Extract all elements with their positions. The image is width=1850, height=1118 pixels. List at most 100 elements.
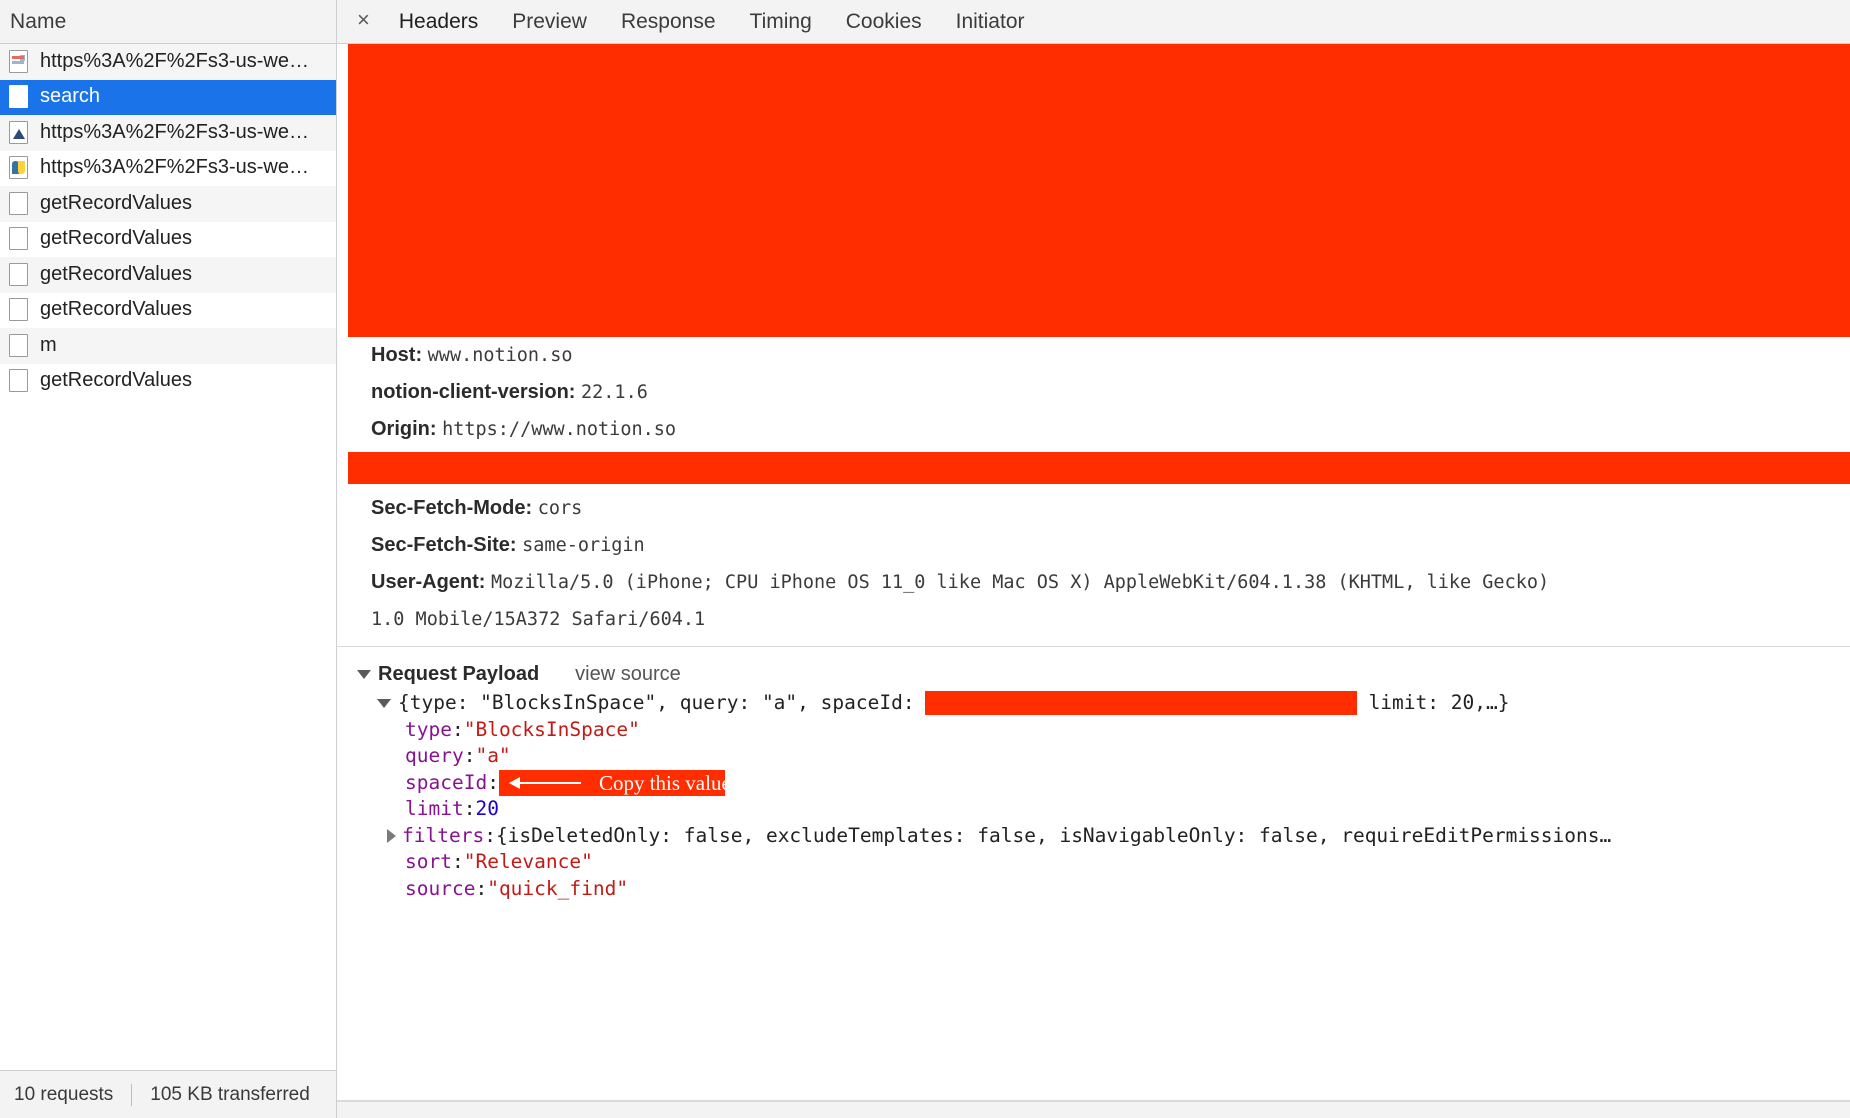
header-key: Sec-Fetch-Mode: xyxy=(371,497,533,519)
devtools-network-panel: Name https%3A%2F%2Fs3-us-we… search http… xyxy=(0,0,1850,1118)
header-row-origin: Origin: https://www.notion.so xyxy=(337,411,1850,448)
document-icon xyxy=(9,49,28,73)
payload-summary-row[interactable]: {type: "BlocksInSpace", query: "a", spac… xyxy=(337,690,1850,717)
blank-document-icon xyxy=(9,298,28,322)
payload-row-filters[interactable]: filters : {isDeletedOnly: false, exclude… xyxy=(337,823,1850,850)
network-status-bar: 10 requests 105 KB transferred xyxy=(0,1070,336,1118)
chevron-down-icon[interactable] xyxy=(377,698,391,708)
header-key: Sec-Fetch-Site: xyxy=(371,534,517,556)
header-row-sec-fetch-mode: Sec-Fetch-Mode: cors xyxy=(337,490,1850,527)
copy-this-value-annotation: Copy this value xyxy=(498,769,731,796)
header-key: notion-client-version: xyxy=(371,381,576,403)
request-list[interactable]: https%3A%2F%2Fs3-us-we… search https%3A%… xyxy=(0,44,336,1070)
arrow-tail xyxy=(518,781,581,784)
payload-row-source: source : "quick_find" xyxy=(337,876,1850,903)
payload-separator: : xyxy=(487,770,499,794)
tab-preview[interactable]: Preview xyxy=(495,0,604,44)
list-item[interactable]: https%3A%2F%2Fs3-us-we… xyxy=(0,115,336,151)
list-item[interactable]: getRecordValues xyxy=(0,363,336,399)
detail-footer-strip xyxy=(337,1101,1850,1118)
detail-tabbar: × Headers Preview Response Timing Cookie… xyxy=(337,0,1850,44)
python-icon xyxy=(9,156,28,180)
divider xyxy=(131,1083,133,1106)
list-item[interactable]: https%3A%2F%2Fs3-us-we… xyxy=(0,150,336,186)
header-value: 22.1.6 xyxy=(581,382,648,403)
blank-document-icon xyxy=(9,85,28,109)
panel-body: Name https%3A%2F%2Fs3-us-we… search http… xyxy=(0,0,1850,1118)
list-item[interactable]: https%3A%2F%2Fs3-us-we… xyxy=(0,44,336,80)
headers-content: Host: www.notion.so notion-client-versio… xyxy=(337,44,1850,1118)
payload-separator: : xyxy=(463,797,476,820)
header-value-line2: 1.0 Mobile/15A372 Safari/604.1 xyxy=(371,609,706,630)
list-item[interactable]: getRecordValues xyxy=(0,292,336,328)
payload-key: type xyxy=(405,717,452,741)
payload-row-limit: limit : 20 xyxy=(337,796,1850,823)
image-icon xyxy=(9,120,28,144)
request-list-header: Name xyxy=(0,0,336,44)
list-item[interactable]: getRecordValues xyxy=(0,221,336,257)
close-icon[interactable]: × xyxy=(349,9,382,34)
payload-key: limit xyxy=(405,797,464,820)
header-value: https://www.notion.so xyxy=(442,419,677,440)
payload-separator: : xyxy=(475,876,488,900)
header-value-line1: Mozilla/5.0 (iPhone; CPU iPhone OS 11_0 … xyxy=(491,572,1550,593)
payload-key: sort xyxy=(405,850,452,873)
request-name: https%3A%2F%2Fs3-us-we… xyxy=(40,120,309,143)
view-source-link[interactable]: view source xyxy=(575,663,681,686)
chevron-right-icon[interactable] xyxy=(387,828,396,843)
column-header-name: Name xyxy=(10,9,67,33)
redaction-block-spaceid-summary xyxy=(924,691,1357,716)
request-name: getRecordValues xyxy=(40,191,192,214)
list-item[interactable]: getRecordValues xyxy=(0,186,336,222)
tab-timing[interactable]: Timing xyxy=(733,0,829,44)
header-value: cors xyxy=(537,498,583,519)
redaction-block-referer xyxy=(348,452,1850,484)
list-item[interactable]: m xyxy=(0,328,336,364)
header-value: same-origin xyxy=(522,535,645,556)
payload-value: "Relevance" xyxy=(463,850,593,873)
header-row-host: Host: www.notion.so xyxy=(337,337,1850,374)
redaction-block-headers xyxy=(348,44,1850,337)
payload-value: {isDeletedOnly: false, excludeTemplates:… xyxy=(495,823,1612,847)
header-value: www.notion.so xyxy=(427,345,573,366)
list-item-search[interactable]: search xyxy=(0,79,336,115)
payload-tree: {type: "BlocksInSpace", query: "a", spac… xyxy=(337,690,1850,902)
list-item[interactable]: getRecordValues xyxy=(0,257,336,293)
tab-initiator[interactable]: Initiator xyxy=(939,0,1042,44)
payload-row-spaceid: spaceId : Copy this value xyxy=(337,769,1850,797)
header-key: Origin: xyxy=(371,418,437,440)
payload-row-query: query : "a" xyxy=(337,743,1850,770)
request-detail-pane: × Headers Preview Response Timing Cookie… xyxy=(337,0,1850,1118)
header-row-user-agent-cont: 1.0 Mobile/15A372 Safari/604.1 xyxy=(337,601,1850,638)
header-row-sec-fetch-site: Sec-Fetch-Site: same-origin xyxy=(337,527,1850,564)
payload-separator: : xyxy=(484,823,496,847)
payload-separator: : xyxy=(451,717,464,741)
payload-separator: : xyxy=(463,744,476,767)
request-name: getRecordValues xyxy=(40,298,192,321)
request-name: getRecordValues xyxy=(40,227,192,250)
header-row-notion-client-version: notion-client-version: 22.1.6 xyxy=(337,374,1850,411)
payload-value: "quick_find" xyxy=(487,876,629,900)
tab-cookies[interactable]: Cookies xyxy=(829,0,939,44)
transferred-size: 105 KB transferred xyxy=(150,1083,310,1105)
chevron-down-icon[interactable] xyxy=(357,670,371,679)
payload-key: query xyxy=(405,744,464,767)
blank-document-icon xyxy=(9,369,28,393)
request-name: m xyxy=(40,333,57,356)
tab-headers[interactable]: Headers xyxy=(382,0,495,44)
request-payload-title: Request Payload xyxy=(378,663,540,685)
blank-document-icon xyxy=(9,333,28,357)
header-key: Host: xyxy=(371,344,423,366)
request-list-pane: Name https%3A%2F%2Fs3-us-we… search http… xyxy=(0,0,337,1118)
header-row-user-agent: User-Agent: Mozilla/5.0 (iPhone; CPU iPh… xyxy=(337,564,1850,601)
request-name: https%3A%2F%2Fs3-us-we… xyxy=(40,49,309,72)
payload-separator: : xyxy=(451,850,464,873)
request-name: getRecordValues xyxy=(40,369,192,392)
payload-key: source xyxy=(405,876,476,900)
request-payload-header[interactable]: Request Payload view source xyxy=(337,647,1850,690)
payload-value: "a" xyxy=(475,744,511,767)
blank-document-icon xyxy=(9,191,28,215)
tab-response[interactable]: Response xyxy=(604,0,733,44)
request-name: https%3A%2F%2Fs3-us-we… xyxy=(40,156,309,179)
payload-summary-suffix: limit: 20,…} xyxy=(1368,691,1510,714)
